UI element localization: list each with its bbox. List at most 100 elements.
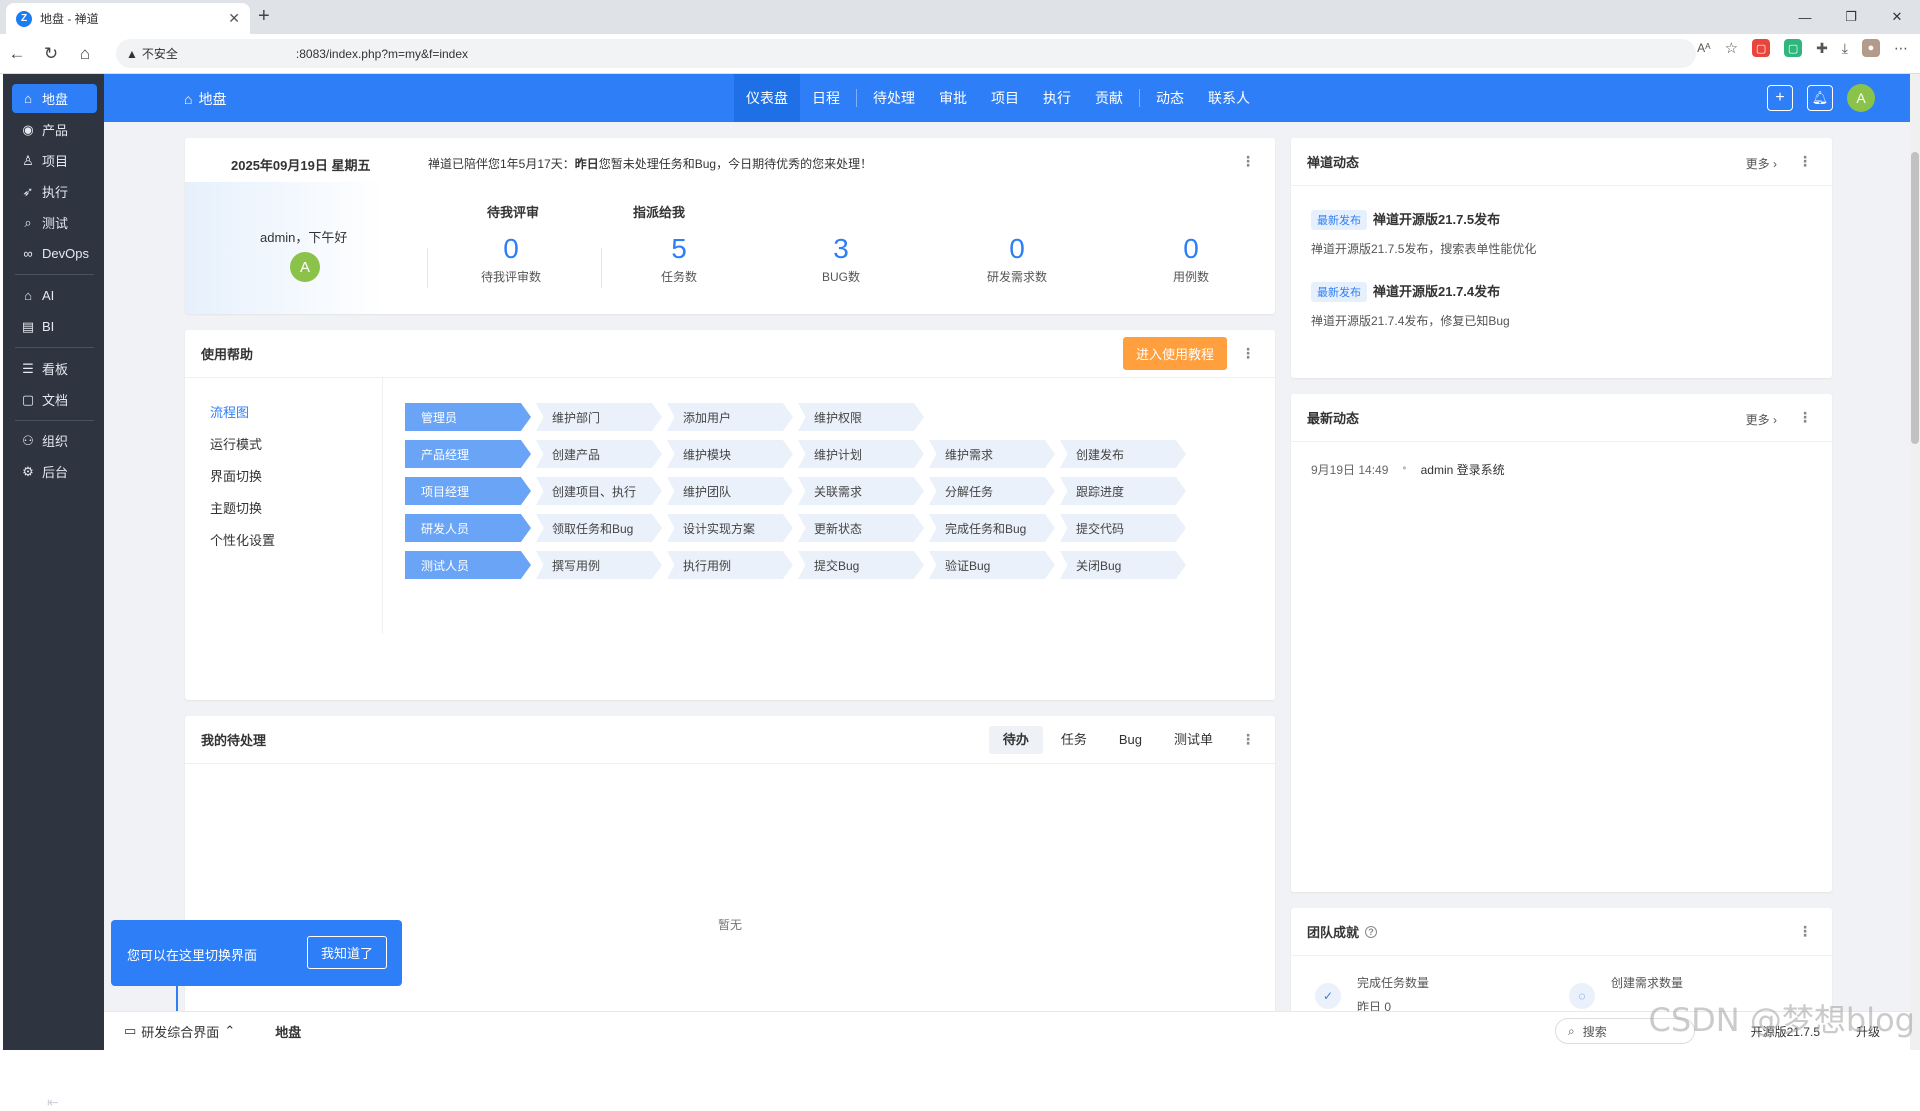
tab-testtask[interactable]: 测试单 — [1160, 726, 1227, 754]
flow-role[interactable]: 研发人员 — [405, 514, 531, 542]
more-dots-icon[interactable]: ⋮ — [1241, 345, 1255, 362]
flow-step[interactable]: 验证Bug — [929, 551, 1055, 579]
sidebar-item-ai[interactable]: ⌂ AI — [12, 281, 97, 310]
flow-step[interactable]: 维护需求 — [929, 440, 1055, 468]
download-icon[interactable]: ⤓ — [1842, 40, 1848, 57]
flow-step[interactable]: 分解任务 — [929, 477, 1055, 505]
sidebar-item-project[interactable]: ♙ 项目 — [12, 146, 97, 175]
browser-tab[interactable]: Z 地盘 - 禅道 ✕ — [6, 3, 250, 34]
sidebar-item-dipan[interactable]: ⌂ 地盘 — [12, 84, 97, 113]
favorite-star-icon[interactable]: ☆ — [1725, 39, 1738, 57]
extension-red-icon[interactable]: ▢ — [1752, 39, 1771, 57]
help-circle-icon[interactable]: ? — [1365, 925, 1378, 938]
flow-step[interactable]: 跟踪进度 — [1060, 477, 1186, 505]
collapse-sidebar-icon[interactable]: ⇤ — [47, 1094, 59, 1111]
insecure-indicator[interactable]: ▲ 不安全 — [126, 45, 178, 62]
sidebar-item-execution[interactable]: ➶ 执行 — [12, 177, 97, 206]
flow-step[interactable]: 提交代码 — [1060, 514, 1186, 542]
sidebar-item-org[interactable]: ⚇ 组织 — [12, 426, 97, 455]
news-item[interactable]: 最新发布 禅道开源版21.7.4发布 禅道开源版21.7.4发布，修复已知Bug — [1311, 281, 1510, 329]
enter-tutorial-button[interactable]: 进入使用教程 — [1123, 337, 1227, 370]
more-dots-icon[interactable]: ⋮ — [1798, 923, 1812, 940]
minimize-icon[interactable]: — — [1782, 0, 1828, 34]
switch-ui-button[interactable]: ▭ 研发综合界面 ⌃ — [124, 1022, 235, 1041]
breadcrumb[interactable]: ⌂ 地盘 — [184, 89, 226, 109]
back-icon[interactable]: ← — [0, 44, 34, 64]
sidebar-item-kanban[interactable]: ☰ 看板 — [12, 354, 97, 383]
sidebar-item-product[interactable]: ◉ 产品 — [12, 115, 97, 144]
profile-avatar-icon[interactable]: ● — [1862, 39, 1880, 57]
close-window-icon[interactable]: ✕ — [1874, 0, 1920, 34]
help-link-flowchart[interactable]: 流程图 — [210, 402, 249, 421]
flow-step[interactable]: 更新状态 — [798, 514, 924, 542]
nav-approval[interactable]: 审批 — [927, 74, 979, 122]
nav-dashboard[interactable]: 仪表盘 — [734, 74, 800, 122]
user-avatar[interactable]: A — [1847, 84, 1875, 112]
flow-step[interactable]: 撰写用例 — [536, 551, 662, 579]
flow-step[interactable]: 关闭Bug — [1060, 551, 1186, 579]
nav-contribution[interactable]: 贡献 — [1083, 74, 1135, 122]
sidebar-item-admin[interactable]: ⚙ 后台 — [12, 457, 97, 486]
help-link-ui-switch[interactable]: 界面切换 — [210, 466, 262, 485]
flow-role[interactable]: 管理员 — [405, 403, 531, 431]
nav-dynamic[interactable]: 动态 — [1144, 74, 1196, 122]
flow-step[interactable]: 维护权限 — [798, 403, 924, 431]
flow-step[interactable]: 维护部门 — [536, 403, 662, 431]
new-tab-icon[interactable]: + — [258, 5, 270, 28]
flow-step[interactable]: 添加用户 — [667, 403, 793, 431]
home-browser-icon[interactable]: ⌂ — [68, 44, 102, 64]
more-link[interactable]: 更多 › — [1746, 155, 1777, 172]
help-link-run-mode[interactable]: 运行模式 — [210, 434, 262, 453]
sidebar-item-bi[interactable]: ▤ BI — [12, 312, 97, 341]
tab-todo[interactable]: 待办 — [988, 726, 1043, 754]
stat-stories[interactable]: 0 研发需求数 — [957, 232, 1077, 285]
more-dots-icon[interactable]: ⋮ — [1798, 409, 1812, 426]
tab-task[interactable]: 任务 — [1047, 726, 1101, 754]
nav-execution[interactable]: 执行 — [1031, 74, 1083, 122]
flow-step[interactable]: 执行用例 — [667, 551, 793, 579]
help-link-theme-switch[interactable]: 主题切换 — [210, 498, 262, 517]
flow-step[interactable]: 关联需求 — [798, 477, 924, 505]
nav-project[interactable]: 项目 — [979, 74, 1031, 122]
stat-review[interactable]: 0 待我评审数 — [451, 232, 571, 285]
got-it-button[interactable]: 我知道了 — [307, 936, 387, 969]
flow-step[interactable]: 领取任务和Bug — [536, 514, 662, 542]
stat-cases[interactable]: 0 用例数 — [1131, 232, 1251, 285]
flow-step[interactable]: 维护模块 — [667, 440, 793, 468]
bottom-breadcrumb[interactable]: 地盘 — [275, 1022, 301, 1041]
more-dots-icon[interactable]: ⋮ — [1798, 153, 1812, 170]
stat-tasks[interactable]: 5 任务数 — [619, 232, 739, 285]
flow-role[interactable]: 产品经理 — [405, 440, 531, 468]
sidebar-item-devops[interactable]: ∞ DevOps — [12, 239, 97, 268]
url-field[interactable]: ▲ 不安全 :8083/index.php?m=my&f=index — [116, 39, 1696, 68]
activity-row[interactable]: 9月19日 14:49 • admin 登录系统 — [1311, 461, 1505, 478]
more-dots-icon[interactable]: ⋮ — [1241, 731, 1255, 748]
restore-icon[interactable]: ❐ — [1828, 0, 1874, 34]
flow-role[interactable]: 项目经理 — [405, 477, 531, 505]
close-tab-icon[interactable]: ✕ — [228, 10, 240, 27]
flow-step[interactable]: 创建发布 — [1060, 440, 1186, 468]
flow-step[interactable]: 设计实现方案 — [667, 514, 793, 542]
flow-role[interactable]: 测试人员 — [405, 551, 531, 579]
tab-bug[interactable]: Bug — [1105, 726, 1156, 754]
more-link[interactable]: 更多 › — [1746, 411, 1777, 428]
scrollbar-thumb[interactable] — [1911, 152, 1919, 444]
sidebar-item-doc[interactable]: ▢ 文档 — [12, 385, 97, 414]
extensions-puzzle-icon[interactable]: ✚ — [1816, 40, 1828, 57]
stat-bugs[interactable]: 3 BUG数 — [781, 232, 901, 285]
reload-icon[interactable]: ↻ — [34, 44, 68, 64]
help-link-personalize[interactable]: 个性化设置 — [210, 530, 275, 549]
flow-step[interactable]: 完成任务和Bug — [929, 514, 1055, 542]
page-scrollbar[interactable] — [1910, 74, 1920, 1050]
more-dots-icon[interactable]: ⋮ — [1241, 153, 1255, 170]
flow-step[interactable]: 维护计划 — [798, 440, 924, 468]
read-aloud-icon[interactable]: Aᴬ — [1697, 41, 1710, 55]
flow-step[interactable]: 维护团队 — [667, 477, 793, 505]
plus-icon[interactable]: + — [1767, 85, 1793, 111]
extension-green-icon[interactable]: ▢ — [1784, 39, 1803, 57]
flow-step[interactable]: 创建产品 — [536, 440, 662, 468]
nav-contacts[interactable]: 联系人 — [1196, 74, 1262, 122]
nav-calendar[interactable]: 日程 — [800, 74, 852, 122]
nav-todo[interactable]: 待处理 — [861, 74, 927, 122]
bell-icon[interactable]: 🔔︎ — [1807, 85, 1833, 111]
